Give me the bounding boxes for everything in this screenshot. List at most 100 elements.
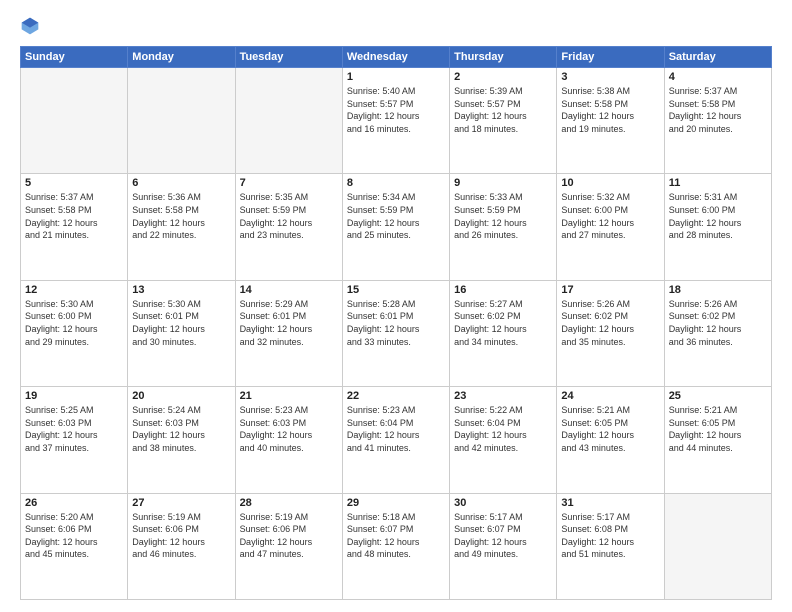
day-number: 7 <box>240 177 338 189</box>
calendar-cell: 22 Sunrise: 5:23 AMSunset: 6:04 PMDayligh… <box>342 387 449 493</box>
week-row-2: 5 Sunrise: 5:37 AMSunset: 5:58 PMDaylight… <box>21 174 772 280</box>
day-info: Sunrise: 5:28 AMSunset: 6:01 PMDaylight:… <box>347 298 445 348</box>
calendar-cell: 1 Sunrise: 5:40 AMSunset: 5:57 PMDaylight… <box>342 68 449 174</box>
calendar-cell: 20 Sunrise: 5:24 AMSunset: 6:03 PMDayligh… <box>128 387 235 493</box>
day-info: Sunrise: 5:36 AMSunset: 5:58 PMDaylight:… <box>132 191 230 241</box>
weekday-header-tuesday: Tuesday <box>235 47 342 68</box>
day-info: Sunrise: 5:21 AMSunset: 6:05 PMDaylight:… <box>561 404 659 454</box>
day-number: 19 <box>25 390 123 402</box>
week-row-5: 26 Sunrise: 5:20 AMSunset: 6:06 PMDayligh… <box>21 493 772 599</box>
calendar-cell: 11Sunrise: 5:31 AMSunset: 6:00 PMDayligh… <box>664 174 771 280</box>
day-info: Sunrise: 5:39 AMSunset: 5:57 PMDaylight:… <box>454 85 552 135</box>
calendar-cell: 13 Sunrise: 5:30 AMSunset: 6:01 PMDayligh… <box>128 280 235 386</box>
day-number: 16 <box>454 284 552 296</box>
calendar-cell <box>21 68 128 174</box>
logo <box>20 16 44 36</box>
day-number: 29 <box>347 497 445 509</box>
day-number: 3 <box>561 71 659 83</box>
day-info: Sunrise: 5:35 AMSunset: 5:59 PMDaylight:… <box>240 191 338 241</box>
day-number: 23 <box>454 390 552 402</box>
day-number: 9 <box>454 177 552 189</box>
day-info: Sunrise: 5:27 AMSunset: 6:02 PMDaylight:… <box>454 298 552 348</box>
calendar-cell: 17Sunrise: 5:26 AMSunset: 6:02 PMDayligh… <box>557 280 664 386</box>
weekday-header-friday: Friday <box>557 47 664 68</box>
day-number: 10 <box>561 177 659 189</box>
calendar-cell <box>664 493 771 599</box>
day-number: 21 <box>240 390 338 402</box>
calendar-cell: 6 Sunrise: 5:36 AMSunset: 5:58 PMDaylight… <box>128 174 235 280</box>
calendar-cell: 28Sunrise: 5:19 AMSunset: 6:06 PMDayligh… <box>235 493 342 599</box>
day-info: Sunrise: 5:26 AMSunset: 6:02 PMDaylight:… <box>561 298 659 348</box>
day-number: 4 <box>669 71 767 83</box>
day-info: Sunrise: 5:24 AMSunset: 6:03 PMDaylight:… <box>132 404 230 454</box>
day-info: Sunrise: 5:17 AMSunset: 6:08 PMDaylight:… <box>561 511 659 561</box>
calendar-cell: 27Sunrise: 5:19 AMSunset: 6:06 PMDayligh… <box>128 493 235 599</box>
day-info: Sunrise: 5:17 AMSunset: 6:07 PMDaylight:… <box>454 511 552 561</box>
logo-icon <box>20 16 40 36</box>
day-info: Sunrise: 5:23 AMSunset: 6:04 PMDaylight:… <box>347 404 445 454</box>
calendar-cell: 2Sunrise: 5:39 AMSunset: 5:57 PMDaylight… <box>450 68 557 174</box>
header <box>20 16 772 36</box>
calendar-cell: 26 Sunrise: 5:20 AMSunset: 6:06 PMDayligh… <box>21 493 128 599</box>
day-info: Sunrise: 5:32 AMSunset: 6:00 PMDaylight:… <box>561 191 659 241</box>
weekday-header-sunday: Sunday <box>21 47 128 68</box>
calendar-cell: 19 Sunrise: 5:25 AMSunset: 6:03 PMDayligh… <box>21 387 128 493</box>
day-number: 30 <box>454 497 552 509</box>
day-number: 22 <box>347 390 445 402</box>
calendar-cell: 25Sunrise: 5:21 AMSunset: 6:05 PMDayligh… <box>664 387 771 493</box>
day-number: 18 <box>669 284 767 296</box>
week-row-4: 19 Sunrise: 5:25 AMSunset: 6:03 PMDayligh… <box>21 387 772 493</box>
calendar-cell: 18 Sunrise: 5:26 AMSunset: 6:02 PMDayligh… <box>664 280 771 386</box>
day-info: Sunrise: 5:30 AMSunset: 6:01 PMDaylight:… <box>132 298 230 348</box>
weekday-header-row: SundayMondayTuesdayWednesdayThursdayFrid… <box>21 47 772 68</box>
day-info: Sunrise: 5:33 AMSunset: 5:59 PMDaylight:… <box>454 191 552 241</box>
day-number: 1 <box>347 71 445 83</box>
day-info: Sunrise: 5:37 AMSunset: 5:58 PMDaylight:… <box>25 191 123 241</box>
day-number: 25 <box>669 390 767 402</box>
day-info: Sunrise: 5:19 AMSunset: 6:06 PMDaylight:… <box>132 511 230 561</box>
calendar-cell: 31 Sunrise: 5:17 AMSunset: 6:08 PMDayligh… <box>557 493 664 599</box>
calendar-cell: 15 Sunrise: 5:28 AMSunset: 6:01 PMDayligh… <box>342 280 449 386</box>
day-info: Sunrise: 5:37 AMSunset: 5:58 PMDaylight:… <box>669 85 767 135</box>
day-info: Sunrise: 5:26 AMSunset: 6:02 PMDaylight:… <box>669 298 767 348</box>
calendar-cell: 23 Sunrise: 5:22 AMSunset: 6:04 PMDayligh… <box>450 387 557 493</box>
day-number: 20 <box>132 390 230 402</box>
week-row-1: 1 Sunrise: 5:40 AMSunset: 5:57 PMDaylight… <box>21 68 772 174</box>
day-info: Sunrise: 5:38 AMSunset: 5:58 PMDaylight:… <box>561 85 659 135</box>
day-number: 6 <box>132 177 230 189</box>
calendar-table: SundayMondayTuesdayWednesdayThursdayFrid… <box>20 46 772 600</box>
calendar-cell: 7 Sunrise: 5:35 AMSunset: 5:59 PMDaylight… <box>235 174 342 280</box>
day-number: 14 <box>240 284 338 296</box>
calendar-cell: 29 Sunrise: 5:18 AMSunset: 6:07 PMDayligh… <box>342 493 449 599</box>
day-number: 31 <box>561 497 659 509</box>
day-number: 26 <box>25 497 123 509</box>
calendar-cell <box>128 68 235 174</box>
weekday-header-saturday: Saturday <box>664 47 771 68</box>
day-number: 5 <box>25 177 123 189</box>
day-info: Sunrise: 5:19 AMSunset: 6:06 PMDaylight:… <box>240 511 338 561</box>
week-row-3: 12 Sunrise: 5:30 AMSunset: 6:00 PMDayligh… <box>21 280 772 386</box>
day-info: Sunrise: 5:29 AMSunset: 6:01 PMDaylight:… <box>240 298 338 348</box>
calendar-cell: 3 Sunrise: 5:38 AMSunset: 5:58 PMDaylight… <box>557 68 664 174</box>
day-info: Sunrise: 5:18 AMSunset: 6:07 PMDaylight:… <box>347 511 445 561</box>
calendar-cell: 10 Sunrise: 5:32 AMSunset: 6:00 PMDayligh… <box>557 174 664 280</box>
calendar-cell: 12 Sunrise: 5:30 AMSunset: 6:00 PMDayligh… <box>21 280 128 386</box>
day-info: Sunrise: 5:22 AMSunset: 6:04 PMDaylight:… <box>454 404 552 454</box>
weekday-header-monday: Monday <box>128 47 235 68</box>
calendar-cell: 24 Sunrise: 5:21 AMSunset: 6:05 PMDayligh… <box>557 387 664 493</box>
day-info: Sunrise: 5:40 AMSunset: 5:57 PMDaylight:… <box>347 85 445 135</box>
calendar-cell: 9 Sunrise: 5:33 AMSunset: 5:59 PMDaylight… <box>450 174 557 280</box>
day-number: 24 <box>561 390 659 402</box>
day-info: Sunrise: 5:20 AMSunset: 6:06 PMDaylight:… <box>25 511 123 561</box>
calendar-cell: 5 Sunrise: 5:37 AMSunset: 5:58 PMDaylight… <box>21 174 128 280</box>
weekday-header-thursday: Thursday <box>450 47 557 68</box>
day-number: 8 <box>347 177 445 189</box>
day-number: 15 <box>347 284 445 296</box>
calendar-cell: 4 Sunrise: 5:37 AMSunset: 5:58 PMDaylight… <box>664 68 771 174</box>
day-info: Sunrise: 5:25 AMSunset: 6:03 PMDaylight:… <box>25 404 123 454</box>
day-info: Sunrise: 5:30 AMSunset: 6:00 PMDaylight:… <box>25 298 123 348</box>
day-info: Sunrise: 5:34 AMSunset: 5:59 PMDaylight:… <box>347 191 445 241</box>
calendar-cell: 30 Sunrise: 5:17 AMSunset: 6:07 PMDayligh… <box>450 493 557 599</box>
day-number: 13 <box>132 284 230 296</box>
day-number: 12 <box>25 284 123 296</box>
